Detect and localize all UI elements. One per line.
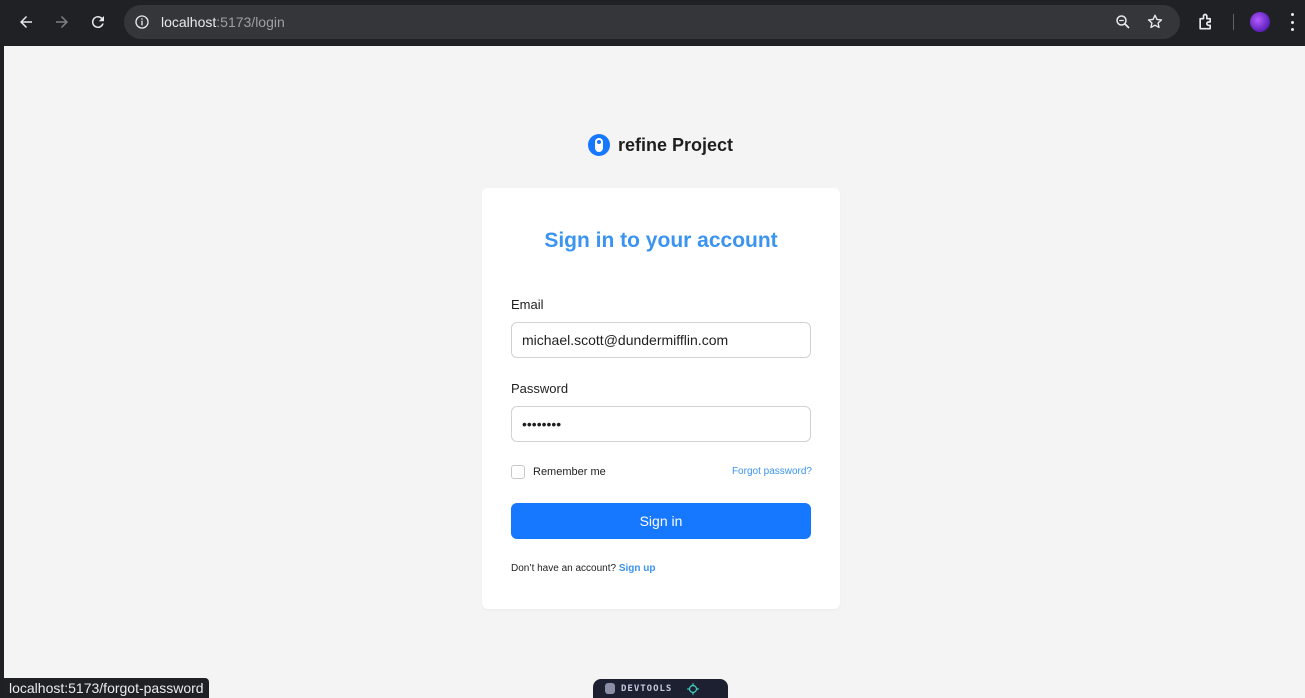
signup-prompt: Don’t have an account? (511, 563, 617, 574)
devtools-logo-icon (605, 683, 615, 694)
signup-row: Don’t have an account? Sign up (511, 563, 656, 574)
link-status-bar: localhost:5173/forgot-password (4, 678, 209, 698)
login-page: refine Project Sign in to your account E… (4, 46, 1305, 698)
devtools-label: DEVTOOLS (621, 683, 673, 694)
refine-logo-icon (588, 134, 610, 156)
back-icon[interactable] (15, 11, 37, 33)
forward-icon[interactable] (51, 11, 73, 33)
reload-icon[interactable] (87, 11, 109, 33)
sign-in-button[interactable]: Sign in (511, 503, 811, 539)
devtools-tab[interactable]: DEVTOOLS (593, 679, 728, 698)
remember-me[interactable]: Remember me (511, 465, 606, 479)
forgot-password-link[interactable]: Forgot password? (732, 466, 812, 477)
remember-me-checkbox[interactable] (511, 465, 525, 479)
crosshair-icon[interactable] (686, 682, 700, 696)
brand-name: refine Project (618, 134, 734, 155)
extensions-icon[interactable] (1196, 12, 1216, 32)
remember-me-label[interactable]: Remember me (533, 466, 606, 478)
site-info-icon[interactable] (134, 14, 150, 30)
email-field[interactable]: michael.scott@dundermifflin.com (511, 322, 811, 358)
sign-up-link[interactable]: Sign up (619, 563, 656, 574)
toolbar-divider (1233, 14, 1234, 30)
address-bar[interactable]: localhost:5173/login (124, 5, 1180, 39)
login-card: Sign in to your account Email michael.sc… (482, 188, 840, 609)
bookmark-star-icon[interactable] (1146, 13, 1164, 31)
profile-avatar[interactable] (1250, 12, 1270, 32)
password-label: Password (511, 381, 569, 396)
browser-toolbar: localhost:5173/login (0, 0, 1305, 45)
brand-header: refine Project (588, 134, 733, 156)
password-field[interactable]: •••••••• (511, 406, 811, 442)
page-title: Sign in to your account (544, 229, 778, 252)
zoom-icon[interactable] (1114, 13, 1132, 31)
browser-menu-icon[interactable] (1289, 13, 1295, 31)
email-label: Email (511, 297, 544, 312)
url-text[interactable]: localhost:5173/login (161, 14, 285, 30)
